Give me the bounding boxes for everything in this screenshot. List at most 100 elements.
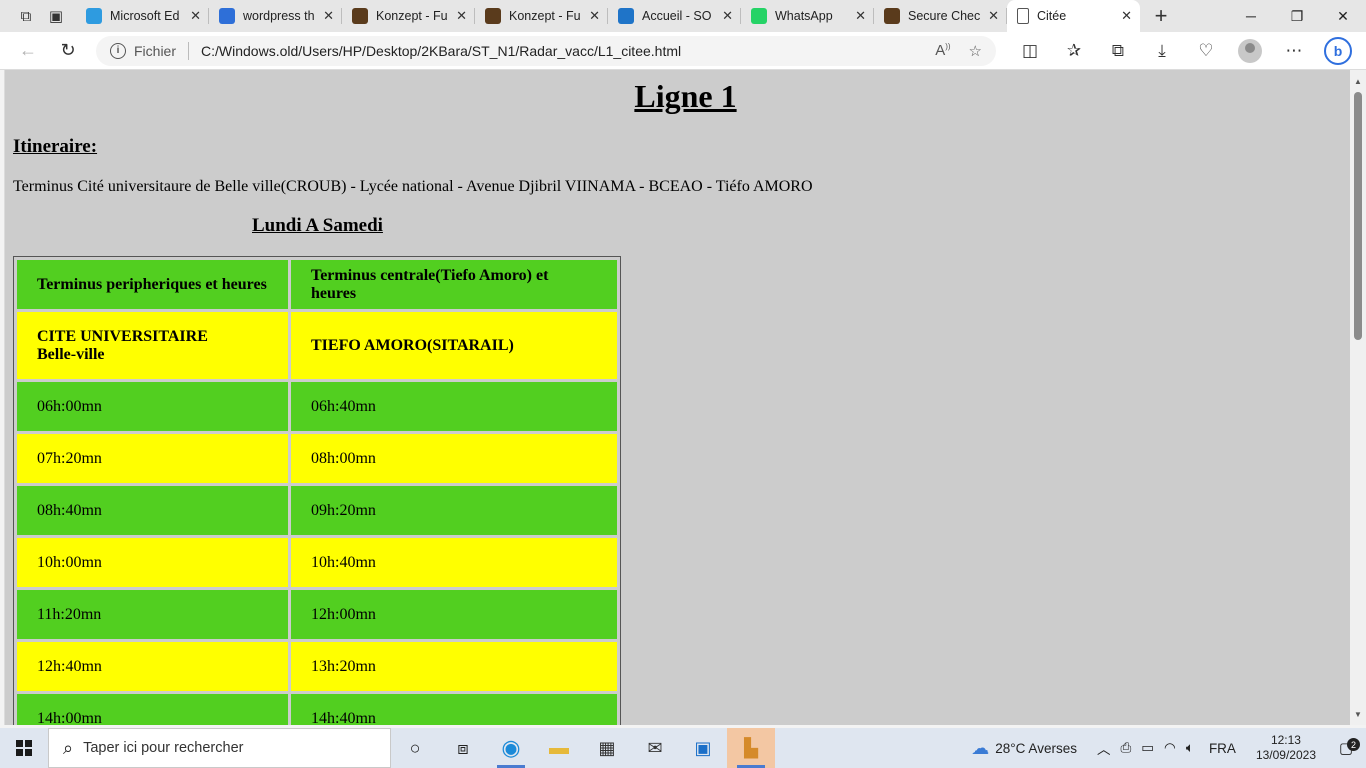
taskbar-search-input[interactable]: ⌕ Taper ici pour rechercher — [48, 728, 391, 768]
app-icon[interactable]: ▣ — [679, 728, 727, 768]
tab-title: Konzept - Fu — [376, 9, 448, 23]
protocol-label: Fichier — [134, 42, 177, 59]
departure-time-peripheral: 12h:40mn — [17, 642, 288, 691]
tab-bar: ⧉ ▣ Microsoft Ed ✕ wordpress th ✕ Konzept - … — [0, 0, 1366, 32]
edge-taskbar-icon[interactable]: ◉ — [487, 728, 535, 768]
departure-time-central: 06h:40mn — [291, 382, 617, 431]
departure-time-peripheral: 07h:20mn — [17, 434, 288, 483]
weather-widget[interactable]: ☁ 28°C Averses — [966, 738, 1082, 759]
browser-tab[interactable]: Citée ✕ — [1007, 0, 1140, 32]
file-explorer-icon[interactable]: ▬ — [535, 728, 583, 768]
itinerary-text: Terminus Cité universitaure de Belle vil… — [13, 178, 813, 195]
wifi-icon[interactable]: ◠ — [1159, 740, 1181, 756]
workspaces-icon[interactable]: ⧉ — [14, 4, 38, 28]
system-tray: ☁ 28°C Averses ︿ ⎙ ▭ ◠ 🔈︎ FRA 12:13 13/0… — [966, 728, 1366, 768]
page-icon — [1017, 8, 1029, 24]
tab-close-icon[interactable]: ✕ — [722, 8, 733, 24]
tab-close-icon[interactable]: ✕ — [190, 8, 201, 24]
refresh-button[interactable]: ↻ — [48, 35, 88, 67]
address-bar[interactable]: i Fichier C:/Windows.old/Users/HP/Deskto… — [96, 35, 996, 66]
site-icon — [485, 8, 501, 24]
minimize-icon[interactable]: ─ — [1228, 0, 1274, 32]
favorite-star-icon[interactable]: ☆ — [969, 42, 982, 60]
days-heading: Lundi A Samedi — [252, 215, 383, 236]
table-row: 10h:00mn 10h:40mn — [17, 538, 617, 587]
browser-tab[interactable]: Accueil - SO ✕ — [608, 0, 741, 32]
volume-icon[interactable]: 🔈︎ — [1181, 740, 1199, 756]
departure-time-peripheral: 10h:00mn — [17, 538, 288, 587]
new-tab-button[interactable]: + — [1144, 0, 1178, 32]
scroll-down-arrow-icon[interactable]: ▼ — [1350, 707, 1366, 721]
vertical-tabs-icon[interactable]: ▣ — [44, 4, 68, 28]
search-icon: ⌕ — [63, 737, 74, 758]
tab-title: WhatsApp — [775, 9, 833, 23]
downloads-icon[interactable]: ⤓ — [1140, 41, 1184, 61]
battery-icon[interactable]: ▭ — [1136, 740, 1159, 756]
tab-close-icon[interactable]: ✕ — [589, 8, 600, 24]
site-icon — [884, 8, 900, 24]
profile-button[interactable] — [1228, 38, 1272, 63]
read-aloud-icon[interactable]: A)) — [935, 42, 950, 59]
favorites-icon[interactable]: ✰ — [1052, 41, 1096, 61]
cortana-icon[interactable]: ○ — [391, 728, 439, 768]
tab-close-icon[interactable]: ✕ — [855, 8, 866, 24]
station-peripheral-line2: Belle-ville — [37, 345, 105, 363]
departure-time-central: 10h:40mn — [291, 538, 617, 587]
notifications-icon[interactable]: ▢ 2 — [1326, 738, 1366, 757]
vertical-scrollbar[interactable]: ▲ ▼ — [1350, 70, 1366, 725]
photos-icon[interactable]: ▙ — [727, 728, 775, 768]
departure-time-peripheral: 06h:00mn — [17, 382, 288, 431]
tab-title: Accueil - SO — [642, 9, 712, 23]
schedule-table: Terminus peripheriques et heures Terminu… — [13, 256, 621, 725]
scroll-thumb[interactable] — [1354, 92, 1362, 340]
task-view-icon[interactable]: ⧈ — [439, 728, 487, 768]
whatsapp-icon — [751, 8, 767, 24]
browser-tab[interactable]: Konzept - Fu ✕ — [475, 0, 608, 32]
info-icon[interactable]: i — [110, 42, 126, 59]
tab-title: Citée — [1037, 9, 1067, 23]
header-peripheral: Terminus peripheriques et heures — [17, 260, 288, 309]
bing-copilot-button[interactable]: b — [1316, 36, 1360, 65]
browser-tab[interactable]: Microsoft Ed ✕ — [76, 0, 209, 32]
browser-essentials-icon[interactable]: ♡ — [1184, 41, 1228, 61]
store-icon[interactable]: ▦ — [583, 728, 631, 768]
tab-close-icon[interactable]: ✕ — [988, 8, 999, 24]
tab-close-icon[interactable]: ✕ — [456, 8, 467, 24]
weather-icon: ☁ — [971, 737, 990, 758]
departure-time-peripheral: 14h:00mn — [17, 694, 288, 725]
browser-tab[interactable]: Konzept - Fu ✕ — [342, 0, 475, 32]
tab-close-icon[interactable]: ✕ — [1121, 8, 1132, 24]
avatar — [1238, 38, 1262, 63]
url-text[interactable]: C:/Windows.old/Users/HP/Desktop/2KBara/S… — [201, 43, 917, 59]
browser-tab[interactable]: Secure Chec ✕ — [874, 0, 1007, 32]
clock-date: 13/09/2023 — [1255, 748, 1316, 762]
clock[interactable]: 12:13 13/09/2023 — [1246, 733, 1326, 763]
table-row: 08h:40mn 09h:20mn — [17, 486, 617, 535]
split-screen-icon[interactable]: ◫ — [1008, 41, 1052, 61]
search-icon — [219, 8, 235, 24]
network-device-icon[interactable]: ⎙ — [1115, 740, 1136, 756]
globe-icon — [618, 8, 634, 24]
tab-title: Secure Chec — [908, 9, 981, 23]
restore-icon[interactable]: ❐ — [1274, 0, 1320, 32]
departure-time-central: 08h:00mn — [291, 434, 617, 483]
departure-time-central: 13h:20mn — [291, 642, 617, 691]
language-indicator[interactable]: FRA — [1199, 741, 1246, 756]
table-row: 12h:40mn 13h:20mn — [17, 642, 617, 691]
site-icon — [352, 8, 368, 24]
collections-icon[interactable]: ⧉ — [1096, 41, 1140, 61]
clock-time: 12:13 — [1270, 733, 1301, 747]
back-button[interactable]: ← — [8, 35, 48, 67]
tab-close-icon[interactable]: ✕ — [323, 8, 334, 24]
bing-icon: b — [1324, 36, 1352, 65]
start-button[interactable] — [0, 728, 48, 768]
scroll-up-arrow-icon[interactable]: ▲ — [1350, 74, 1366, 88]
browser-tab[interactable]: WhatsApp ✕ — [741, 0, 874, 32]
browser-tab[interactable]: wordpress th ✕ — [209, 0, 342, 32]
mail-icon[interactable]: ✉ — [631, 728, 679, 768]
settings-more-icon[interactable]: ⋯ — [1272, 41, 1316, 61]
departure-time-central: 09h:20mn — [291, 486, 617, 535]
tray-chevron-icon[interactable]: ︿ — [1092, 738, 1116, 758]
close-window-icon[interactable]: ✕ — [1320, 0, 1366, 32]
station-central: TIEFO AMORO(SITARAIL) — [291, 312, 617, 379]
